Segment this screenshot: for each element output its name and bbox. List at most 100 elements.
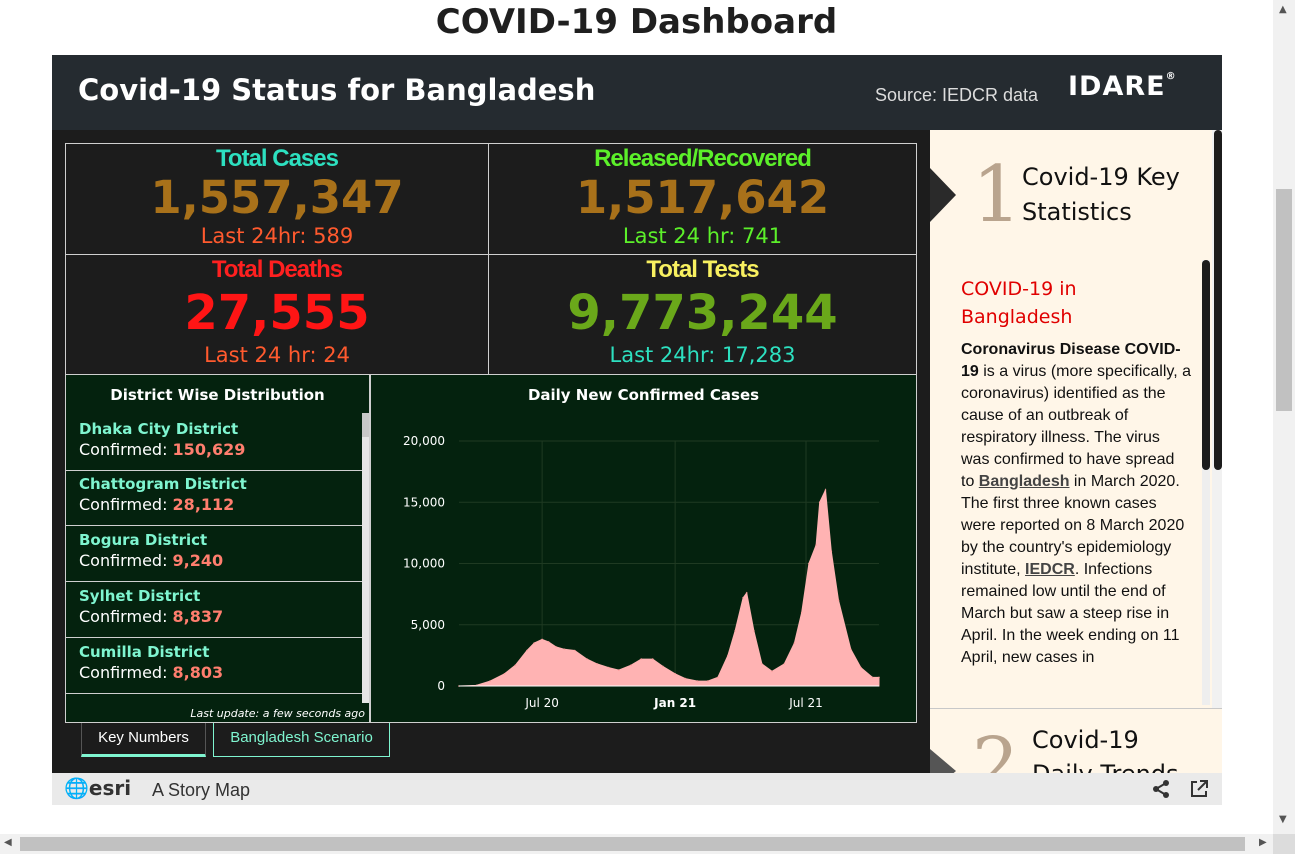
idare-logo[interactable]: IDARE®	[1068, 71, 1177, 102]
data-point	[734, 630, 736, 632]
section-heading: COVID-19 in Bangladesh	[961, 278, 1077, 328]
confirmed-value: 150,629	[172, 440, 246, 459]
section-2-number: 2	[972, 722, 1020, 773]
recovered-value: 1,517,642	[575, 171, 830, 224]
district-list-item[interactable]: Bogura District Confirmed: 9,240	[66, 526, 362, 582]
globe-icon: 🌐	[64, 776, 89, 800]
district-confirmed: Confirmed: 28,112	[79, 494, 362, 515]
paragraph-text-1: is a virus (more specifically, a coronav…	[961, 363, 1191, 490]
open-new-window-icon[interactable]	[1189, 779, 1209, 799]
confirmed-value: 9,240	[172, 551, 224, 570]
scroll-up-arrow-icon[interactable]: ▲	[1279, 4, 1287, 15]
page-horizontal-scroll-thumb[interactable]	[20, 837, 1245, 851]
data-point	[793, 642, 796, 644]
sidebar-scroll-thumb[interactable]	[1214, 130, 1222, 470]
logo-text: IDARE	[1068, 71, 1166, 102]
district-name: Dhaka City District	[79, 420, 239, 438]
section-scroll-thumb[interactable]	[1202, 260, 1210, 470]
x-tick-label: Jul 21	[788, 696, 823, 710]
total-deaths-label: Total Deaths	[211, 256, 343, 283]
district-name: Bogura District	[79, 531, 208, 549]
data-point	[514, 664, 517, 666]
data-point	[830, 550, 833, 553]
y-tick-label: 10,000	[403, 557, 445, 571]
district-list-item[interactable]: Sylhet District Confirmed: 8,837	[66, 582, 362, 638]
district-list-item[interactable]: Chattogram District Confirmed: 28,112	[66, 470, 362, 526]
district-scroll-thumb[interactable]	[362, 413, 369, 437]
iedcr-link[interactable]: IEDCR	[1025, 561, 1075, 578]
confirmed-value: 8,837	[172, 607, 224, 626]
data-point	[727, 654, 729, 657]
story-map-footer: 🌐esri A Story Map	[52, 773, 1222, 805]
section-1-title[interactable]: Covid-19 Key Statistics	[1022, 160, 1192, 230]
story-map-label: A Story Map	[152, 780, 251, 800]
data-point	[717, 676, 719, 679]
data-point	[555, 646, 557, 648]
tab-bangladesh-scenario[interactable]: Bangladesh Scenario	[213, 723, 390, 757]
data-point	[651, 658, 654, 660]
data-point	[800, 611, 803, 614]
page-horizontal-scrollbar[interactable]: ◀ ▶	[0, 834, 1273, 854]
district-confirmed: Confirmed: 8,803	[79, 662, 362, 683]
confirmed-label: Confirmed:	[79, 607, 168, 626]
dashboard-header: Covid-19 Status for Bangladesh Source: I…	[52, 55, 1222, 130]
data-point	[630, 664, 632, 666]
recovered-label: Released/Recovered	[594, 145, 812, 172]
data-point	[684, 677, 687, 680]
y-tick-label: 5,000	[411, 618, 445, 632]
data-point	[662, 665, 664, 668]
data-point	[878, 676, 880, 679]
scroll-right-arrow-icon[interactable]: ▶	[1259, 837, 1267, 848]
district-confirmed: Confirmed: 8,837	[79, 606, 362, 627]
section-1-content: COVID-19 in Bangladesh Coronavirus Disea…	[961, 275, 1191, 669]
tab-key-numbers[interactable]: Key Numbers	[81, 723, 206, 757]
district-list-item[interactable]: Cumilla District Confirmed: 8,803	[66, 638, 362, 694]
district-distribution-panel: District Wise Distribution Dhaka City Di…	[65, 374, 370, 723]
esri-logo-text: esri	[88, 776, 132, 800]
data-point	[586, 658, 588, 660]
data-point	[607, 666, 610, 669]
district-confirmed: Confirmed: 9,240	[79, 550, 362, 571]
scroll-down-arrow-icon[interactable]: ▼	[1279, 814, 1287, 825]
total-deaths-24hr: Last 24 hr: 24	[204, 343, 350, 367]
daily-cases-chart[interactable]: 20,000 15,000 10,000 5,000 0 Jul 20 Jan 21 Jul …	[371, 403, 918, 723]
district-list-item[interactable]: Dhaka City District Confirmed: 150,629	[66, 415, 362, 471]
key-numbers-panel: Total Cases 1,557,347 Last 24hr: 589 Rel…	[52, 130, 930, 773]
y-tick-label: 20,000	[403, 434, 445, 448]
data-point	[850, 648, 852, 651]
section-2-title: Covid-19 Daily Trends	[1032, 726, 1179, 773]
total-tests-label: Total Tests	[646, 256, 759, 283]
confirmed-label: Confirmed:	[79, 440, 168, 459]
district-panel-title: District Wise Distribution	[110, 386, 325, 404]
total-cases-24hr: Last 24hr: 589	[200, 224, 354, 248]
data-point	[871, 676, 874, 679]
data-point	[526, 649, 528, 652]
esri-logo[interactable]: 🌐esri	[64, 776, 131, 800]
total-cases-label: Total Cases	[216, 145, 339, 172]
district-name: Chattogram District	[79, 475, 247, 493]
x-tick-label: Jan 21	[653, 696, 696, 710]
page-vertical-scroll-thumb[interactable]	[1276, 189, 1292, 411]
page-vertical-scrollbar[interactable]: ▲ ▼	[1273, 0, 1295, 834]
section-scrollbar[interactable]	[1202, 260, 1210, 705]
data-point	[640, 658, 642, 660]
scroll-left-arrow-icon[interactable]: ◀	[4, 837, 12, 848]
data-point	[860, 666, 862, 669]
section-2-entry[interactable]: 2 Covid-19 Daily Trends	[930, 708, 1222, 773]
data-point	[596, 663, 598, 665]
data-point	[808, 562, 810, 565]
data-point	[503, 673, 506, 675]
bangladesh-link[interactable]: Bangladesh	[979, 473, 1070, 490]
district-name: Sylhet District	[79, 587, 201, 605]
data-point	[706, 680, 709, 682]
total-deaths-card: Total Deaths 27,555 Last 24 hr: 24	[65, 254, 489, 375]
total-deaths-value: 27,555	[184, 285, 370, 341]
data-source: Source: IEDCR data	[875, 85, 1039, 105]
district-list-scrollbar[interactable]	[362, 413, 369, 703]
data-point	[815, 544, 817, 546]
last-update-text: Last update: a few seconds ago	[190, 707, 365, 720]
data-point	[547, 641, 550, 643]
sidebar-scrollbar[interactable]	[1212, 130, 1222, 708]
share-icon[interactable]	[1151, 779, 1171, 799]
district-name: Cumilla District	[79, 643, 210, 661]
